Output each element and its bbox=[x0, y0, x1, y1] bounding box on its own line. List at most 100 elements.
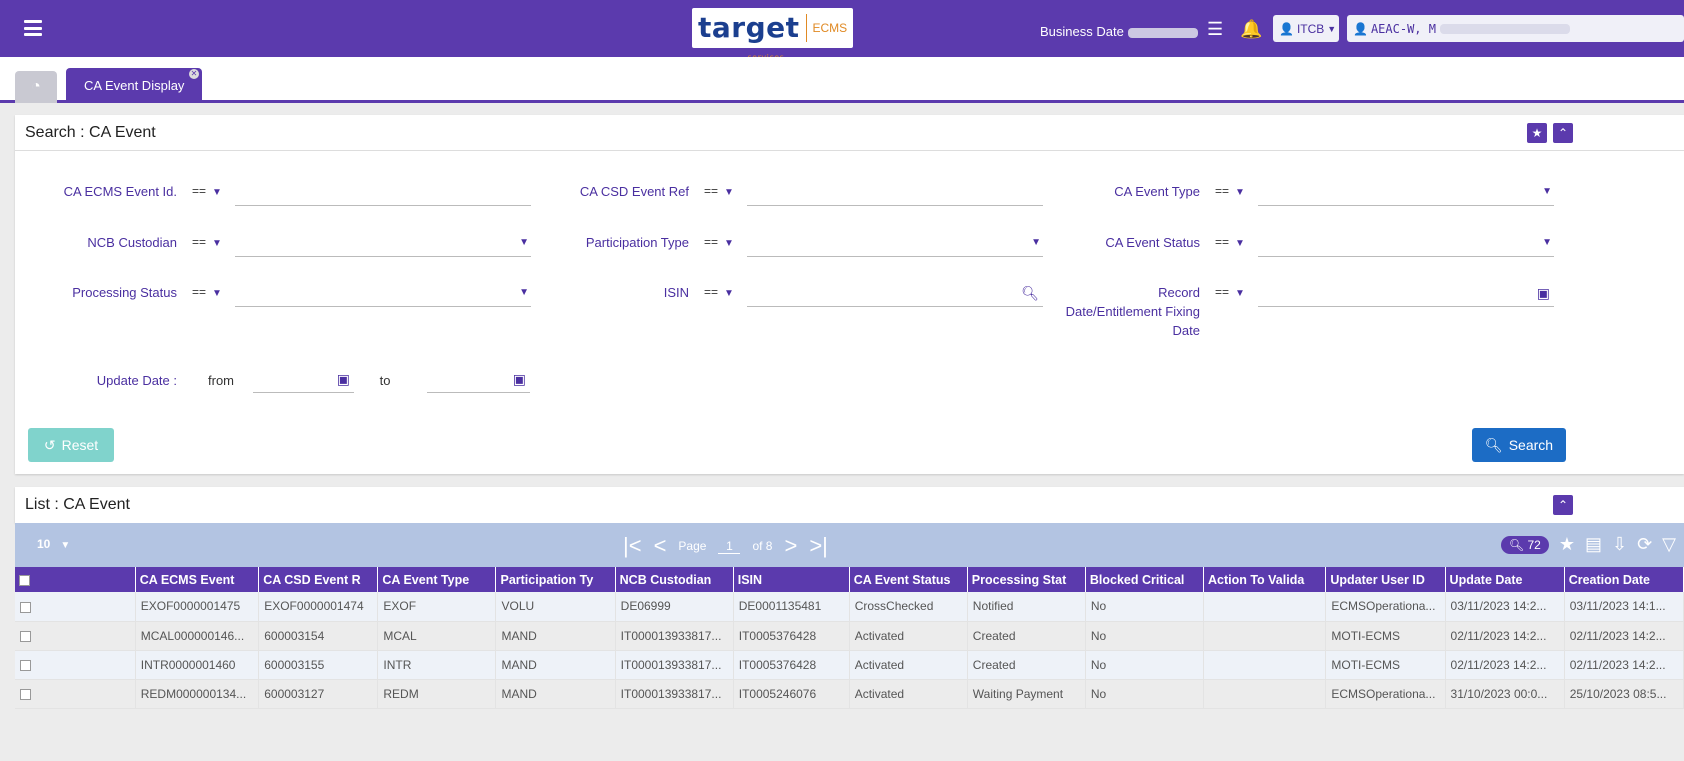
label-participation-type: Participation Type bbox=[585, 235, 689, 250]
calendar-icon[interactable]: ▣ bbox=[1537, 285, 1550, 302]
operator-select[interactable]: == ▼ bbox=[704, 184, 734, 198]
row-checkbox[interactable] bbox=[15, 650, 136, 680]
ecms-event-id-input[interactable] bbox=[235, 182, 531, 206]
column-header[interactable]: CA Event Type bbox=[377, 567, 497, 592]
event-status-select[interactable]: ▼ bbox=[1258, 233, 1554, 257]
column-header[interactable]: CA CSD Event R bbox=[258, 567, 379, 592]
row-checkbox[interactable] bbox=[15, 592, 136, 622]
table-cell: ECMSOperationa... bbox=[1325, 679, 1446, 709]
ca-event-table: CA ECMS Event CA CSD Event R CA Event Type… bbox=[15, 567, 1684, 709]
table-cell: 03/11/2023 14:2... bbox=[1445, 592, 1565, 622]
next-page-icon[interactable]: > bbox=[784, 535, 797, 557]
table-cell: MAND bbox=[495, 650, 616, 680]
first-page-icon[interactable]: |< bbox=[623, 535, 642, 557]
prev-page-icon[interactable]: < bbox=[654, 535, 667, 557]
operator-select[interactable]: == ▼ bbox=[1215, 184, 1245, 198]
label-isin: ISIN bbox=[663, 285, 689, 300]
ncb-custodian-select[interactable]: ▼ bbox=[235, 233, 531, 257]
column-header[interactable]: CA ECMS Event bbox=[135, 567, 260, 592]
table-cell: MAND bbox=[495, 679, 616, 709]
filter-icon[interactable]: ▽ bbox=[1662, 534, 1676, 555]
csd-event-ref-input[interactable] bbox=[747, 182, 1043, 206]
column-header[interactable]: Action To Valida bbox=[1203, 567, 1327, 592]
operator-select[interactable]: == ▼ bbox=[192, 285, 222, 299]
column-header[interactable]: Participation Ty bbox=[495, 567, 616, 592]
table-cell: DE06999 bbox=[615, 592, 734, 622]
tab-ca-event-display[interactable]: CA Event Display bbox=[66, 68, 202, 103]
chevron-down-icon: ▼ bbox=[212, 187, 222, 198]
user-icon: 👤 bbox=[1279, 21, 1294, 36]
reset-button[interactable]: ↺ Reset bbox=[28, 428, 114, 462]
participation-type-select[interactable]: ▼ bbox=[747, 233, 1043, 257]
table-row[interactable]: INTR0000001460 600003155 INTR MAND IT0000139… bbox=[15, 650, 1684, 680]
menu-icon[interactable] bbox=[24, 20, 42, 36]
table-cell: ECMSOperationa... bbox=[1325, 592, 1446, 622]
record-date-input[interactable]: ▣ bbox=[1258, 283, 1554, 307]
isin-input[interactable]: 🔍︎ bbox=[747, 283, 1043, 307]
operator-select[interactable]: == ▼ bbox=[192, 184, 222, 198]
refresh-icon[interactable]: ⟳ bbox=[1637, 534, 1652, 555]
table-cell: MOTI-ECMS bbox=[1325, 621, 1446, 651]
last-page-icon[interactable]: >| bbox=[809, 535, 828, 557]
user-menu[interactable]: 👤 AEAC-W, M bbox=[1347, 15, 1684, 42]
favorite-star-icon[interactable]: ★ bbox=[1559, 534, 1575, 555]
favorite-star-icon[interactable]: ★ bbox=[1527, 123, 1547, 143]
chevron-down-icon: ▼ bbox=[212, 288, 222, 299]
column-header[interactable]: NCB Custodian bbox=[615, 567, 734, 592]
column-header[interactable]: ISIN bbox=[733, 567, 850, 592]
operator-select[interactable]: == ▼ bbox=[704, 285, 734, 299]
column-header[interactable]: Processing Stat bbox=[967, 567, 1086, 592]
table-cell: No bbox=[1085, 650, 1204, 680]
collapse-chevron-icon[interactable]: ⌃ bbox=[1553, 123, 1573, 143]
table-row[interactable]: REDM000000134... 600003127 REDM MAND IT00001… bbox=[15, 679, 1684, 709]
close-icon[interactable]: ✕ bbox=[189, 69, 199, 79]
user-icon: 👤 bbox=[1353, 21, 1368, 36]
table-cell: INTR0000001460 bbox=[135, 650, 260, 680]
table-row[interactable]: MCAL000000146... 600003154 MCAL MAND IT00001… bbox=[15, 621, 1684, 651]
label-update-date: Update Date : bbox=[96, 373, 177, 388]
tab-bar: ◔ CA Event Display ✕ bbox=[0, 57, 1684, 103]
processing-status-select[interactable]: ▼ bbox=[235, 283, 531, 307]
column-header[interactable]: Update Date bbox=[1445, 567, 1565, 592]
column-header[interactable]: Creation Date bbox=[1564, 567, 1684, 592]
chevron-down-icon: ▼ bbox=[1327, 23, 1337, 34]
label-from: from bbox=[208, 373, 234, 388]
dashboard-icon: ◔ bbox=[31, 78, 41, 95]
table-cell: 02/11/2023 14:2... bbox=[1445, 650, 1565, 680]
update-date-from-input[interactable]: ▣ bbox=[253, 369, 354, 393]
collapse-chevron-icon[interactable]: ⌃ bbox=[1553, 495, 1573, 515]
calendar-icon[interactable]: ▣ bbox=[337, 371, 350, 388]
label-ecms-event-id: CA ECMS Event Id. bbox=[63, 184, 177, 199]
column-header[interactable]: Updater User ID bbox=[1325, 567, 1446, 592]
label-event-status: CA Event Status bbox=[1105, 235, 1200, 250]
table-row[interactable]: EXOF0000001475 EXOF0000001474 EXOF VOLU DE06… bbox=[15, 592, 1684, 622]
label-csd-event-ref: CA CSD Event Ref bbox=[579, 184, 689, 199]
chevron-down-icon: ▼ bbox=[519, 237, 529, 248]
row-checkbox[interactable] bbox=[15, 679, 136, 709]
select-all-checkbox[interactable] bbox=[15, 567, 136, 592]
download-icon[interactable]: ⇩ bbox=[1612, 534, 1627, 555]
list-icon[interactable]: ☰ bbox=[1207, 19, 1223, 40]
dashboard-tab[interactable]: ◔ bbox=[15, 71, 57, 103]
operator-select[interactable]: == ▼ bbox=[1215, 285, 1245, 299]
chevron-down-icon: ▼ bbox=[60, 540, 71, 551]
row-checkbox[interactable] bbox=[15, 621, 136, 651]
search-icon[interactable]: 🔍︎ bbox=[1021, 285, 1039, 302]
table-cell: CrossChecked bbox=[849, 592, 968, 622]
page-size-select[interactable]: 10 ▼ bbox=[37, 537, 70, 551]
bell-icon[interactable]: 🔔 bbox=[1240, 19, 1262, 40]
page-input[interactable]: 1 bbox=[718, 539, 741, 554]
update-date-to-input[interactable]: ▣ bbox=[427, 369, 530, 393]
operator-select[interactable]: == ▼ bbox=[1215, 235, 1245, 249]
search-button[interactable]: 🔍︎ Search bbox=[1472, 428, 1566, 462]
event-type-select[interactable]: ▼ bbox=[1258, 182, 1554, 206]
chevron-down-icon: ▼ bbox=[1542, 186, 1552, 197]
table-cell: No bbox=[1085, 592, 1204, 622]
operator-select[interactable]: == ▼ bbox=[704, 235, 734, 249]
column-header[interactable]: CA Event Status bbox=[849, 567, 968, 592]
calendar-icon[interactable]: ▣ bbox=[513, 371, 526, 388]
column-header[interactable]: Blocked Critical bbox=[1085, 567, 1204, 592]
operator-select[interactable]: == ▼ bbox=[192, 235, 222, 249]
excel-export-icon[interactable]: ▤ bbox=[1585, 534, 1602, 555]
bank-selector[interactable]: 👤 ITCB ▼ bbox=[1273, 15, 1339, 42]
